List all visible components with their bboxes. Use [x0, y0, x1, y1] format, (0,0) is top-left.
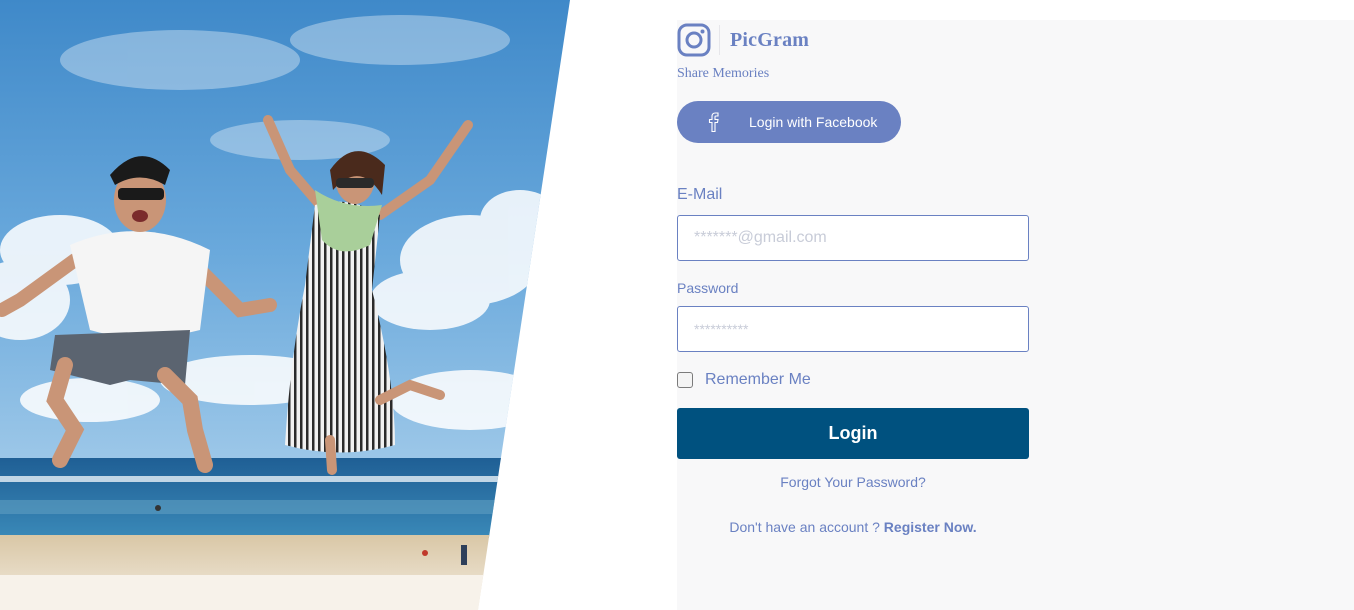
- register-prompt: Don't have an account ? Register Now.: [677, 519, 1029, 535]
- facebook-icon: [708, 112, 719, 133]
- brand-tagline: Share Memories: [677, 66, 770, 81]
- forgot-password-link[interactable]: Forgot Your Password?: [677, 474, 1029, 490]
- instagram-camera-icon: [677, 23, 711, 57]
- brand: PicGram: [677, 22, 809, 58]
- remember-me-checkbox[interactable]: [677, 372, 693, 388]
- remember-me-label: Remember Me: [705, 371, 811, 388]
- login-button[interactable]: Login: [677, 408, 1029, 459]
- password-field[interactable]: [677, 306, 1029, 352]
- email-label: E-Mail: [677, 186, 723, 203]
- register-now-link[interactable]: Register Now.: [884, 519, 977, 535]
- password-label: Password: [677, 280, 739, 296]
- facebook-login-button[interactable]: Login with Facebook: [677, 101, 901, 143]
- brand-name: PicGram: [730, 28, 810, 51]
- facebook-login-label: Login with Facebook: [749, 114, 878, 130]
- register-prompt-text: Don't have an account ?: [729, 519, 884, 535]
- email-field[interactable]: [677, 215, 1029, 261]
- remember-me[interactable]: Remember Me: [677, 370, 811, 390]
- hero-photo: [0, 0, 570, 610]
- beach-photo-image: [0, 0, 570, 610]
- brand-separator: [719, 25, 720, 55]
